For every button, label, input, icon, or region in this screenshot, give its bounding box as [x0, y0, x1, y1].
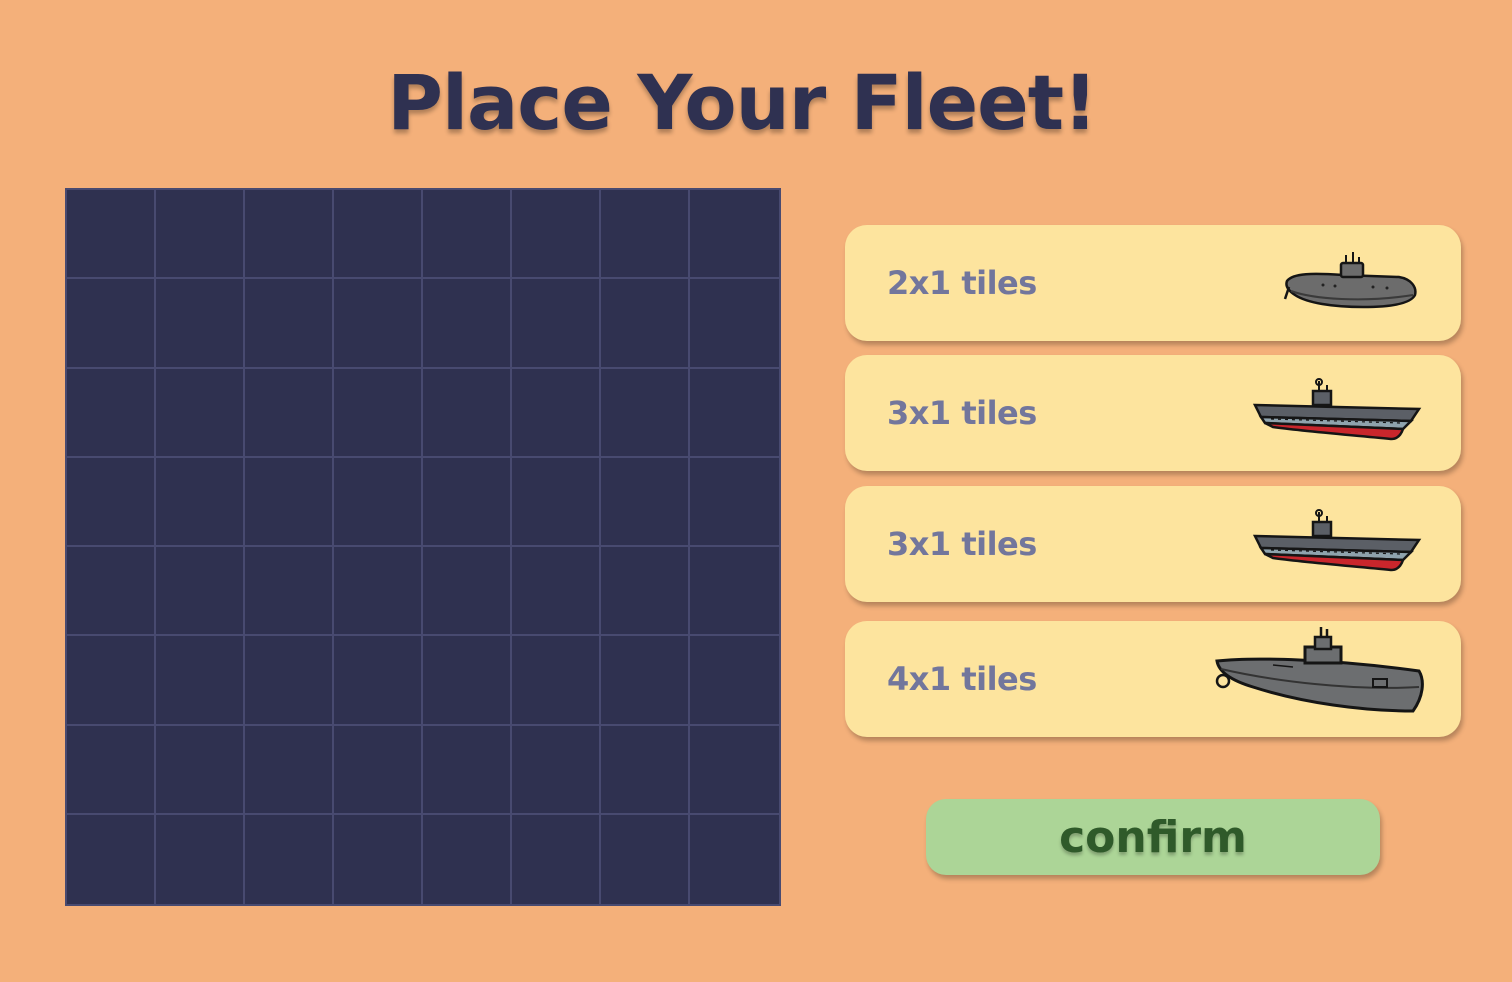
board-cell[interactable] — [245, 279, 334, 369]
ship-size-label: 3x1 tiles — [887, 525, 1037, 563]
ship-card-4x1[interactable]: 4x1 tiles — [845, 621, 1461, 737]
board-cell[interactable] — [601, 725, 690, 815]
board-cell[interactable] — [67, 547, 156, 637]
ship-card-2x1[interactable]: 2x1 tiles — [845, 225, 1461, 341]
board-cell[interactable] — [245, 725, 334, 815]
board-cell[interactable] — [334, 814, 423, 904]
board-cell[interactable] — [423, 636, 512, 726]
board-cell[interactable] — [156, 279, 245, 369]
board-cell[interactable] — [690, 369, 779, 458]
board-cell[interactable] — [334, 725, 423, 815]
aircraft-carrier-icon — [1252, 509, 1422, 572]
board-cell[interactable] — [512, 368, 601, 458]
ship-size-label: 4x1 tiles — [887, 660, 1037, 698]
board-cell[interactable] — [67, 368, 156, 458]
game-board[interactable] — [65, 188, 781, 906]
board-cell[interactable] — [423, 814, 512, 904]
board-cell[interactable] — [156, 725, 245, 815]
page-title: Place Your Fleet! — [387, 58, 1097, 147]
ship-size-label: 3x1 tiles — [887, 394, 1037, 432]
board-cell[interactable] — [67, 636, 156, 726]
ship-size-label: 2x1 tiles — [887, 264, 1037, 302]
board-cell[interactable] — [156, 190, 245, 280]
board-cell[interactable] — [245, 547, 334, 637]
board-cell[interactable] — [423, 457, 512, 547]
board-cell[interactable] — [67, 279, 156, 369]
board-cell[interactable] — [423, 190, 512, 280]
board-cell[interactable] — [156, 547, 245, 637]
board-cell[interactable] — [67, 725, 156, 815]
board-cell[interactable] — [690, 636, 779, 726]
board-cell[interactable] — [601, 190, 690, 280]
board-cell[interactable] — [67, 457, 156, 547]
board-cell[interactable] — [245, 457, 334, 547]
board-cell[interactable] — [601, 636, 690, 726]
board-cell[interactable] — [690, 279, 779, 369]
board-cell[interactable] — [156, 636, 245, 726]
board-cell[interactable] — [512, 279, 601, 369]
board-cell[interactable] — [245, 190, 334, 280]
board-cell[interactable] — [156, 368, 245, 458]
board-cell[interactable] — [334, 368, 423, 458]
board-cell[interactable] — [601, 814, 690, 904]
submarine-small-icon — [1283, 252, 1417, 309]
board-cell[interactable] — [690, 190, 779, 280]
board-cell[interactable] — [245, 368, 334, 458]
board-cell[interactable] — [690, 458, 779, 547]
board-cell[interactable] — [690, 726, 779, 815]
board-cell[interactable] — [601, 547, 690, 637]
board-cell[interactable] — [690, 815, 779, 904]
board-cell[interactable] — [423, 279, 512, 369]
board-cell[interactable] — [512, 457, 601, 547]
board-cell[interactable] — [423, 368, 512, 458]
board-cell[interactable] — [690, 547, 779, 637]
board-cell[interactable] — [512, 636, 601, 726]
board-cell[interactable] — [601, 279, 690, 369]
ship-card-3x1-a[interactable]: 3x1 tiles — [845, 355, 1461, 471]
board-cell[interactable] — [245, 636, 334, 726]
board-cell[interactable] — [334, 457, 423, 547]
board-cell[interactable] — [601, 457, 690, 547]
aircraft-carrier-icon — [1252, 378, 1422, 441]
board-cell[interactable] — [512, 547, 601, 637]
board-cell[interactable] — [512, 814, 601, 904]
board-cell[interactable] — [156, 457, 245, 547]
board-cell[interactable] — [245, 814, 334, 904]
board-cell[interactable] — [423, 547, 512, 637]
board-cell[interactable] — [334, 547, 423, 637]
board-cell[interactable] — [156, 814, 245, 904]
board-cell[interactable] — [334, 190, 423, 280]
board-cell[interactable] — [512, 190, 601, 280]
board-cell[interactable] — [67, 814, 156, 904]
board-cell[interactable] — [334, 279, 423, 369]
confirm-button[interactable]: confirm — [926, 799, 1380, 875]
board-cell[interactable] — [601, 368, 690, 458]
ship-card-3x1-b[interactable]: 3x1 tiles — [845, 486, 1461, 602]
board-cell[interactable] — [423, 725, 512, 815]
submarine-large-icon — [1215, 627, 1424, 713]
board-cell[interactable] — [334, 636, 423, 726]
board-cell[interactable] — [512, 725, 601, 815]
board-cell[interactable] — [67, 190, 156, 280]
